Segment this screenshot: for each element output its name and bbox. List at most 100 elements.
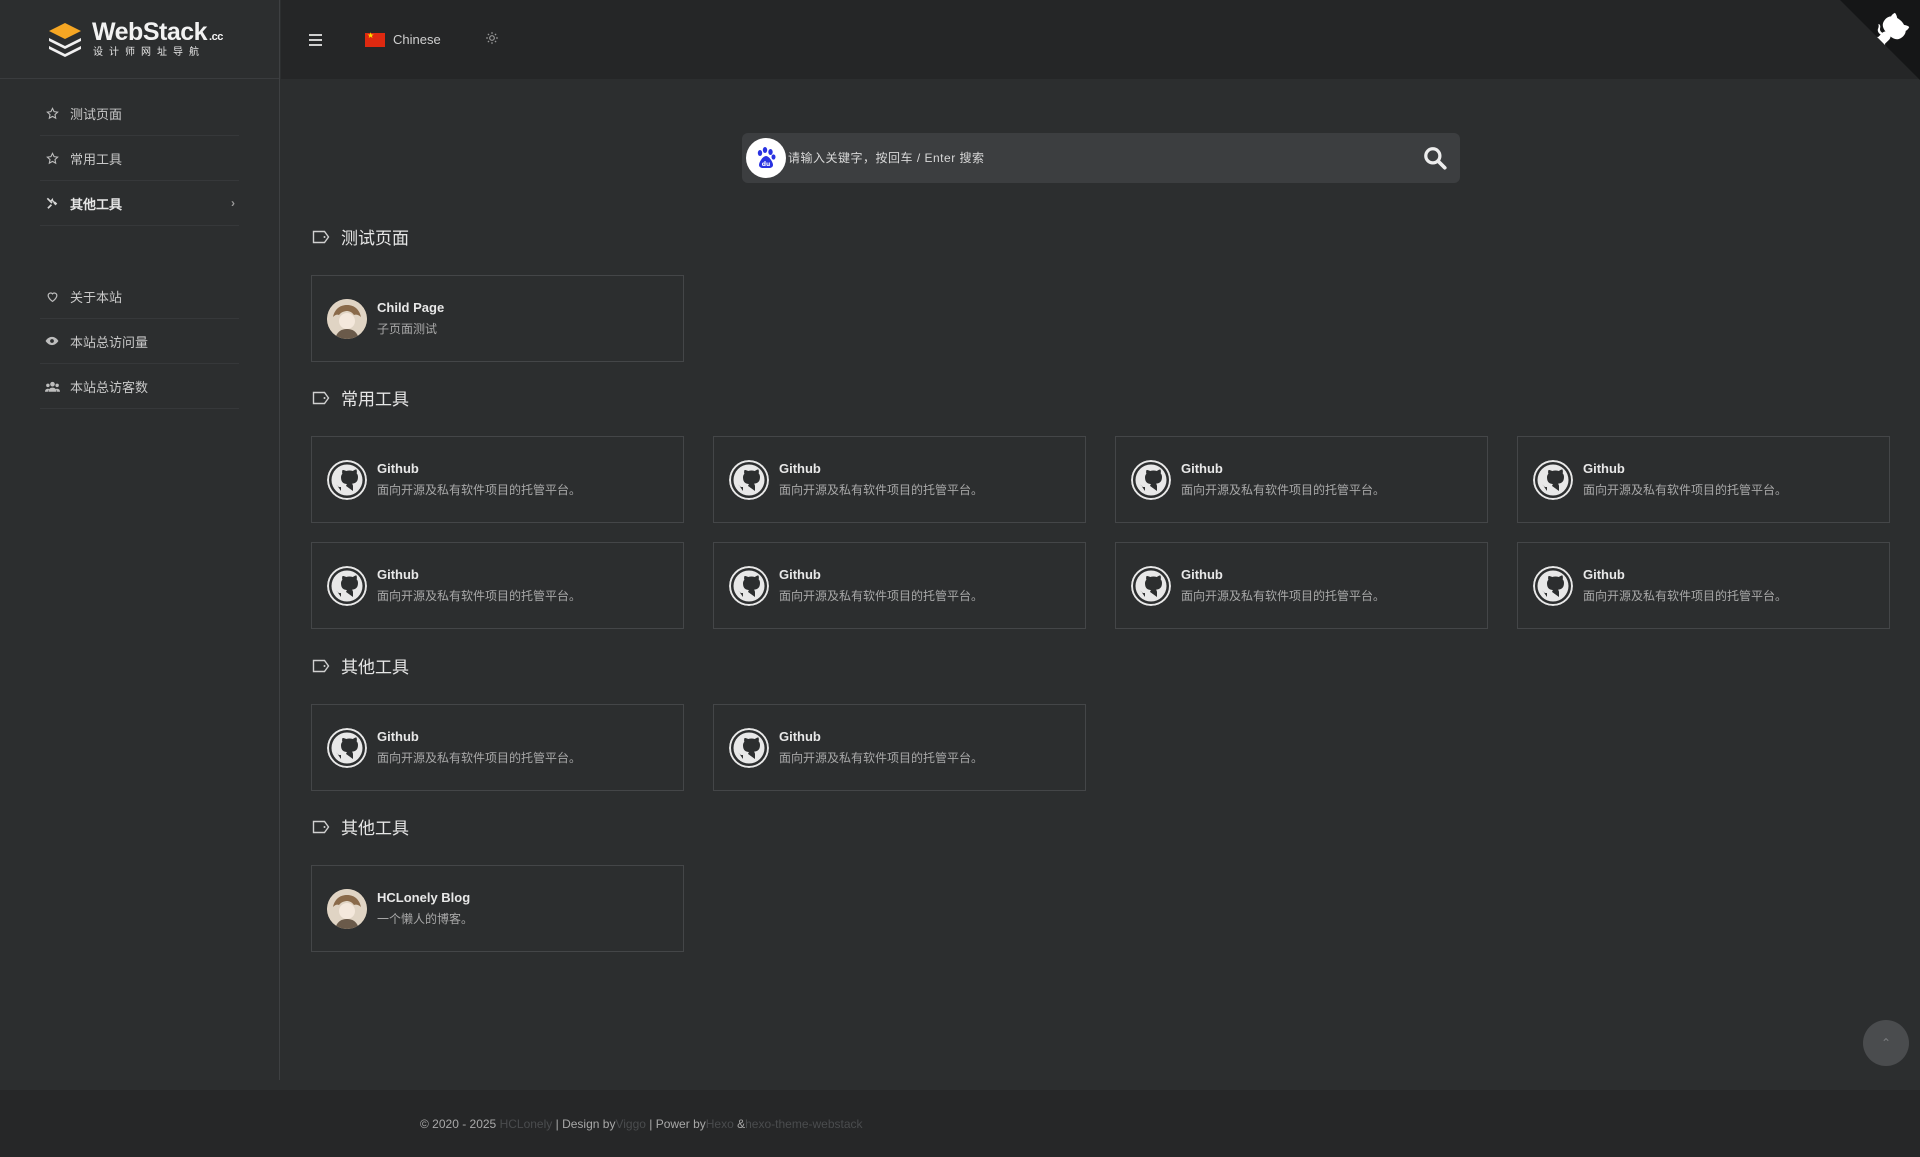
person-avatar bbox=[327, 888, 367, 929]
github-icon bbox=[1131, 565, 1171, 606]
chevron-right-icon: › bbox=[231, 196, 235, 210]
github-icon bbox=[327, 727, 367, 768]
card-desc: 面向开源及私有软件项目的托管平台。 bbox=[779, 751, 984, 765]
footer-power-by: | Power by bbox=[649, 1116, 706, 1131]
card-desc: 面向开源及私有软件项目的托管平台。 bbox=[377, 589, 582, 603]
card-desc: 面向开源及私有软件项目的托管平台。 bbox=[779, 483, 984, 497]
menu-toggle-icon[interactable] bbox=[306, 30, 326, 50]
tag-icon bbox=[312, 659, 330, 672]
footer-engine-link[interactable]: Hexo bbox=[706, 1117, 734, 1131]
github-icon bbox=[1131, 459, 1171, 500]
brand-name: WebStack bbox=[92, 18, 208, 46]
card-desc: 面向开源及私有软件项目的托管平台。 bbox=[779, 589, 984, 603]
sidebar-item-label: 关于本站 bbox=[70, 289, 123, 305]
language-switcher[interactable]: Chinese bbox=[365, 31, 441, 47]
card-desc: 面向开源及私有软件项目的托管平台。 bbox=[377, 483, 582, 497]
sidebar-item-label: 测试页面 bbox=[70, 106, 123, 122]
card-title: Child Page bbox=[377, 300, 445, 315]
sidebar: WebStack .cc 设计师网址导航 测试页面 常用工具 其他工具 › 关于… bbox=[0, 0, 280, 1080]
card-title: Github bbox=[1181, 461, 1223, 476]
sun-icon[interactable] bbox=[485, 31, 499, 48]
baidu-icon[interactable]: du bbox=[746, 138, 786, 178]
footer-design-by: | Design by bbox=[555, 1116, 616, 1131]
github-icon bbox=[1533, 565, 1573, 606]
main-content: du 测试页面 Child Page 子页面测试 常用工具 Github 面向开源… bbox=[281, 79, 1920, 1080]
github-icon bbox=[729, 727, 769, 768]
site-card[interactable]: Github 面向开源及私有软件项目的托管平台。 bbox=[713, 436, 1086, 523]
card-desc: 面向开源及私有软件项目的托管平台。 bbox=[377, 751, 582, 765]
sidebar-menu-bottom: 关于本站 本站总访问量 本站总访客数 bbox=[0, 274, 279, 409]
topbar: Chinese bbox=[281, 0, 1920, 79]
search-input[interactable] bbox=[786, 151, 1420, 165]
card-desc: 面向开源及私有软件项目的托管平台。 bbox=[1181, 589, 1386, 603]
site-card[interactable]: Github 面向开源及私有软件项目的托管平台。 bbox=[1115, 436, 1488, 523]
sidebar-item-page-views[interactable]: 本站总访问量 bbox=[40, 319, 239, 364]
tag-icon bbox=[312, 391, 330, 404]
footer-copyright: © 2020 - 2025 bbox=[420, 1116, 497, 1131]
footer-amp: & bbox=[737, 1116, 746, 1131]
card-desc: 子页面测试 bbox=[377, 322, 438, 336]
tag-icon bbox=[312, 230, 330, 243]
section-title-other-tools-2: 其他工具 bbox=[312, 814, 409, 839]
github-icon bbox=[1533, 459, 1573, 500]
card-desc: 面向开源及私有软件项目的托管平台。 bbox=[1583, 589, 1788, 603]
card-title: Github bbox=[779, 729, 821, 744]
card-title: Github bbox=[377, 461, 419, 476]
section-title-other-tools: 其他工具 bbox=[312, 653, 409, 678]
card-title: HCLonely Blog bbox=[377, 890, 471, 905]
star-icon bbox=[44, 105, 60, 121]
card-title: Github bbox=[779, 461, 821, 476]
search-icon[interactable] bbox=[1420, 143, 1450, 173]
site-card[interactable]: Github 面向开源及私有软件项目的托管平台。 bbox=[1517, 436, 1890, 523]
card-desc: 面向开源及私有软件项目的托管平台。 bbox=[1181, 483, 1386, 497]
search-bar: du bbox=[742, 133, 1460, 183]
sidebar-item-label: 其他工具 bbox=[70, 196, 123, 212]
sidebar-item-label: 本站总访问量 bbox=[70, 334, 149, 350]
sidebar-item-label: 本站总访客数 bbox=[70, 379, 149, 395]
back-to-top-button[interactable]: ⌃ bbox=[1863, 1020, 1909, 1066]
site-card[interactable]: Github 面向开源及私有软件项目的托管平台。 bbox=[311, 436, 684, 523]
github-icon bbox=[327, 565, 367, 606]
section-title-test-page: 测试页面 bbox=[312, 224, 409, 249]
language-label: Chinese bbox=[393, 32, 441, 47]
site-card[interactable]: Github 面向开源及私有软件项目的托管平台。 bbox=[311, 704, 684, 791]
footer-designer-link[interactable]: Viggo bbox=[615, 1117, 645, 1131]
site-card[interactable]: Github 面向开源及私有软件项目的托管平台。 bbox=[311, 542, 684, 629]
site-card[interactable]: Github 面向开源及私有软件项目的托管平台。 bbox=[713, 704, 1086, 791]
footer: © 2020 - 2025 HCLonely | Design by Viggo… bbox=[0, 1090, 1920, 1157]
brand-tagline: 设计师网址导航 bbox=[93, 47, 205, 58]
card-title: Github bbox=[1583, 567, 1625, 582]
card-title: Github bbox=[779, 567, 821, 582]
section-title-common-tools: 常用工具 bbox=[312, 385, 409, 410]
star-icon bbox=[44, 150, 60, 166]
site-card[interactable]: Github 面向开源及私有软件项目的托管平台。 bbox=[713, 542, 1086, 629]
site-card[interactable]: HCLonely Blog 一个懒人的博客。 bbox=[311, 865, 684, 952]
card-title: Github bbox=[1181, 567, 1223, 582]
sidebar-item-other-tools[interactable]: 其他工具 › bbox=[40, 181, 239, 226]
tools-icon bbox=[44, 195, 60, 211]
sidebar-item-label: 常用工具 bbox=[70, 151, 123, 167]
github-octocat-icon bbox=[1840, 0, 1920, 80]
sidebar-item-about[interactable]: 关于本站 bbox=[40, 274, 239, 319]
footer-author-link[interactable]: HCLonely bbox=[500, 1117, 553, 1131]
users-icon bbox=[44, 378, 60, 394]
sidebar-item-visitors[interactable]: 本站总访客数 bbox=[40, 364, 239, 409]
eye-icon bbox=[44, 333, 60, 349]
github-icon bbox=[729, 459, 769, 500]
logo[interactable]: WebStack .cc 设计师网址导航 bbox=[0, 0, 279, 79]
github-icon bbox=[327, 459, 367, 500]
github-icon bbox=[729, 565, 769, 606]
footer-theme-link[interactable]: hexo-theme-webstack bbox=[745, 1117, 862, 1131]
brand-suffix: .cc bbox=[209, 31, 223, 43]
sidebar-item-common-tools[interactable]: 常用工具 bbox=[40, 136, 239, 181]
github-corner[interactable] bbox=[1840, 0, 1920, 80]
svg-text:du: du bbox=[762, 161, 771, 168]
site-card[interactable]: Child Page 子页面测试 bbox=[311, 275, 684, 362]
site-card[interactable]: Github 面向开源及私有软件项目的托管平台。 bbox=[1517, 542, 1890, 629]
site-card[interactable]: Github 面向开源及私有软件项目的托管平台。 bbox=[1115, 542, 1488, 629]
card-title: Github bbox=[377, 729, 419, 744]
sidebar-menu: 测试页面 常用工具 其他工具 › bbox=[0, 91, 279, 226]
card-desc: 面向开源及私有软件项目的托管平台。 bbox=[1583, 483, 1788, 497]
person-avatar bbox=[327, 298, 367, 339]
sidebar-item-test-page[interactable]: 测试页面 bbox=[40, 91, 239, 136]
